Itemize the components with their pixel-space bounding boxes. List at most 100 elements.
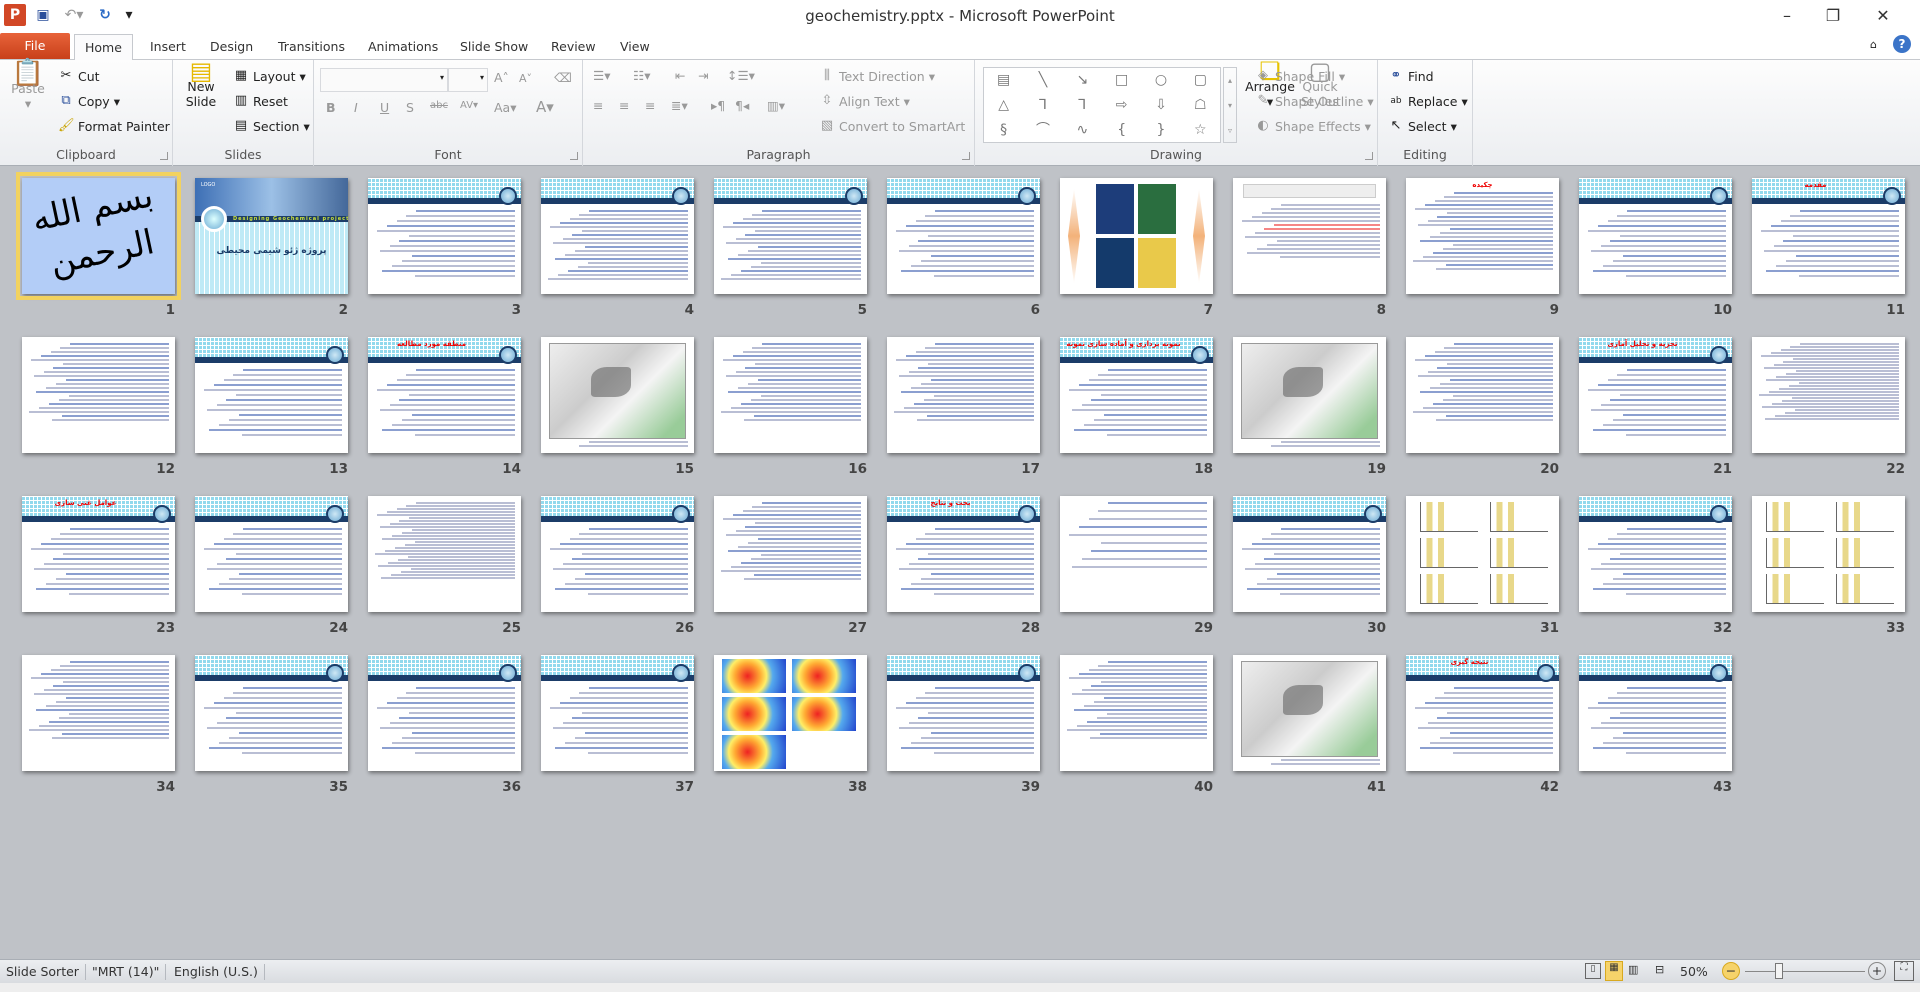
new-slide-button[interactable]: ▤ New Slide: [179, 59, 223, 109]
section-button[interactable]: ▤ Section ▾: [233, 118, 310, 134]
dialog-launcher-icon[interactable]: [570, 152, 578, 160]
slide-show-icon[interactable]: ⊟: [1655, 963, 1664, 976]
slide-thumbnail[interactable]: عوامل غنی سازی: [22, 496, 175, 612]
slide-thumbnail[interactable]: [1579, 655, 1732, 771]
slide-thumbnail[interactable]: [1579, 496, 1732, 612]
close-icon[interactable]: ✕: [1860, 0, 1906, 30]
slide-thumbnail[interactable]: [714, 496, 867, 612]
slide-thumbnail[interactable]: [541, 178, 694, 294]
shape-item-icon[interactable]: ○: [1141, 68, 1180, 93]
bold-icon[interactable]: B: [326, 100, 336, 115]
tab-transitions[interactable]: Transitions: [268, 34, 355, 60]
shape-item-icon[interactable]: ☖: [1181, 93, 1220, 118]
zoom-in-icon[interactable]: +: [1868, 962, 1886, 980]
shape-item-icon[interactable]: △: [984, 93, 1023, 118]
columns-icon[interactable]: ▥▾: [767, 98, 785, 113]
tab-insert[interactable]: Insert: [140, 34, 196, 60]
shape-item-icon[interactable]: ⇨: [1102, 93, 1141, 118]
find-button[interactable]: ⚭ Find: [1388, 68, 1434, 84]
slide-thumbnail[interactable]: [541, 496, 694, 612]
reset-button[interactable]: ▥ Reset: [233, 93, 288, 109]
slide-thumbnail[interactable]: [887, 178, 1040, 294]
align-center-icon[interactable]: ≡: [619, 98, 629, 113]
theme-name[interactable]: "MRT (14)": [86, 964, 167, 980]
shape-fill-button[interactable]: ◈ Shape Fill ▾: [1255, 68, 1345, 84]
shape-item-icon[interactable]: ∿: [1063, 118, 1102, 143]
zoom-level[interactable]: 50%: [1680, 964, 1708, 979]
shape-item-icon[interactable]: ⅂: [1023, 93, 1062, 118]
slide-thumbnail[interactable]: [714, 337, 867, 453]
language-indicator[interactable]: English (U.S.): [168, 964, 265, 980]
change-case-icon[interactable]: Aa▾: [494, 100, 517, 115]
slide-thumbnail[interactable]: تجزیه و تحلیل آماری: [1579, 337, 1732, 453]
slide-thumbnail[interactable]: بحث و نتایج: [887, 496, 1040, 612]
bullets-icon[interactable]: ☰▾: [593, 68, 610, 83]
grow-font-icon[interactable]: A˄: [494, 70, 509, 85]
slide-thumbnail[interactable]: [541, 655, 694, 771]
slide-thumbnail[interactable]: [1752, 496, 1905, 612]
slide-thumbnail[interactable]: [541, 337, 694, 453]
fit-to-window-icon[interactable]: ⛶: [1894, 961, 1914, 981]
slide-thumbnail[interactable]: بسم الله الرحمن: [16, 172, 181, 300]
select-button[interactable]: ↖ Select ▾: [1388, 118, 1457, 134]
slide-thumbnail[interactable]: نمونه برداری و آماده سازی نمونه: [1060, 337, 1213, 453]
slide-thumbnail[interactable]: [1060, 178, 1213, 294]
shape-item-icon[interactable]: ╲: [1023, 68, 1062, 93]
convert-smartart-button[interactable]: ▧ Convert to SmartArt: [819, 118, 965, 134]
increase-indent-icon[interactable]: ⇥: [698, 68, 708, 83]
minimize-ribbon-icon[interactable]: ⌂: [1870, 38, 1877, 51]
slide-thumbnail[interactable]: [368, 496, 521, 612]
align-text-button[interactable]: ⇳ Align Text ▾: [819, 93, 910, 109]
decrease-indent-icon[interactable]: ⇤: [675, 68, 685, 83]
slide-thumbnail[interactable]: نتیجه گیری: [1406, 655, 1559, 771]
slide-thumbnail[interactable]: [1060, 655, 1213, 771]
dialog-launcher-icon[interactable]: [1365, 152, 1373, 160]
copy-button[interactable]: ⧉ Copy ▾: [58, 93, 120, 109]
slide-sorter-view-icon[interactable]: ▦: [1605, 961, 1623, 981]
shape-outline-button[interactable]: ✎ Shape Outline ▾: [1255, 93, 1374, 109]
rtl-icon[interactable]: ¶◂: [735, 98, 749, 113]
slide-thumbnail[interactable]: [887, 655, 1040, 771]
slide-thumbnail[interactable]: [195, 655, 348, 771]
tab-review[interactable]: Review: [541, 34, 606, 60]
font-name-combo[interactable]: ▾: [320, 68, 448, 92]
slide-thumbnail[interactable]: [1233, 337, 1386, 453]
gallery-scroll[interactable]: ▴ ▾ ▿: [1223, 67, 1237, 143]
tab-view[interactable]: View: [610, 34, 660, 60]
font-size-combo[interactable]: ▾: [448, 68, 488, 92]
restore-icon[interactable]: ❐: [1810, 0, 1856, 30]
slide-thumbnail[interactable]: [1233, 496, 1386, 612]
slide-thumbnail[interactable]: مقدمه: [1752, 178, 1905, 294]
slide-thumbnail[interactable]: [195, 496, 348, 612]
align-right-icon[interactable]: ≡: [645, 98, 655, 113]
slide-thumbnail[interactable]: [714, 655, 867, 771]
shape-item-icon[interactable]: ▢: [1181, 68, 1220, 93]
character-spacing-icon[interactable]: AV▾: [460, 100, 478, 111]
minimize-icon[interactable]: –: [1764, 0, 1810, 30]
line-spacing-icon[interactable]: ↕☰▾: [727, 68, 755, 83]
slide-thumbnail[interactable]: چکیده: [1406, 178, 1559, 294]
zoom-slider[interactable]: [1745, 971, 1865, 972]
shape-item-icon[interactable]: ☆: [1181, 118, 1220, 143]
shape-item-icon[interactable]: ⅂: [1063, 93, 1102, 118]
slide-thumbnail[interactable]: [195, 337, 348, 453]
help-icon[interactable]: ?: [1893, 35, 1911, 53]
slide-thumbnail[interactable]: [1060, 496, 1213, 612]
justify-icon[interactable]: ≣▾: [671, 98, 688, 113]
zoom-slider-thumb[interactable]: [1775, 963, 1783, 979]
slide-sorter-pane[interactable]: بسم الله الرحمن 1 LOGO Designing Geochemical…: [0, 167, 1920, 959]
shape-item-icon[interactable]: }: [1141, 118, 1180, 143]
font-color-icon[interactable]: A▾: [536, 98, 554, 116]
replace-button[interactable]: ab Replace ▾: [1388, 93, 1467, 109]
slide-thumbnail[interactable]: [1406, 337, 1559, 453]
shape-item-icon[interactable]: {: [1102, 118, 1141, 143]
cut-button[interactable]: ✂ Cut: [58, 68, 100, 84]
shape-item-icon[interactable]: ▤: [984, 68, 1023, 93]
format-painter-button[interactable]: 🖌 Format Painter: [58, 118, 170, 134]
tab-file[interactable]: File: [0, 33, 70, 59]
slide-thumbnail[interactable]: [1579, 178, 1732, 294]
paste-button[interactable]: 📋 Paste ▾: [8, 60, 48, 111]
clear-formatting-icon[interactable]: ⌫: [554, 70, 572, 85]
slide-thumbnail[interactable]: [368, 655, 521, 771]
underline-icon[interactable]: U: [380, 100, 389, 115]
